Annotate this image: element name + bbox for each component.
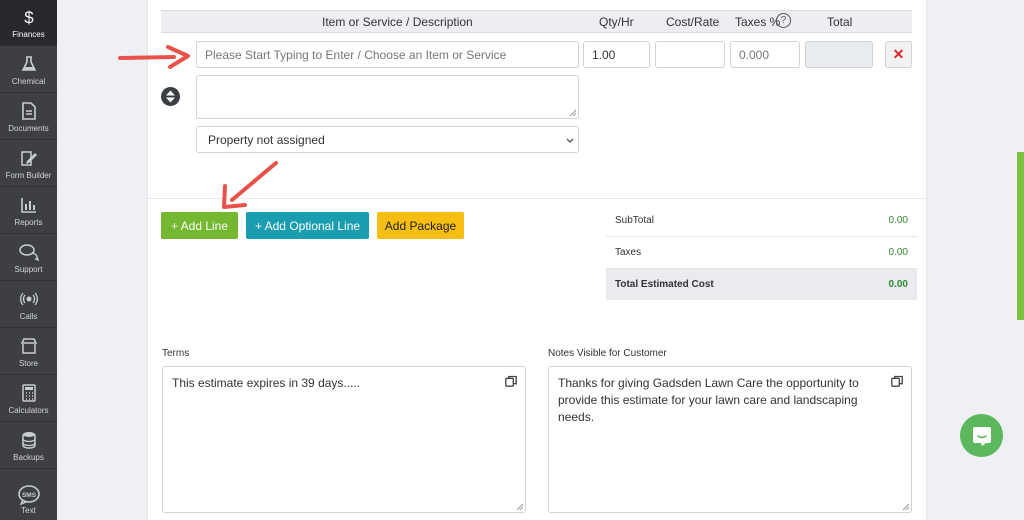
- sidebar-item-label: Chemical: [11, 77, 46, 86]
- notes-label: Notes Visible for Customer: [548, 348, 667, 359]
- sidebar-item-finances[interactable]: $ Finances: [0, 0, 57, 46]
- help-icon[interactable]: ?: [776, 13, 791, 28]
- terms-textarea[interactable]: This estimate expires in 39 days.....: [162, 366, 526, 513]
- terms-label: Terms: [162, 348, 190, 359]
- sidebar-item-label: Backups: [13, 453, 44, 462]
- chat-bubbles-icon: [18, 242, 39, 262]
- sidebar-item-calculators[interactable]: Calculators: [0, 376, 57, 422]
- sms-icon: SMS: [17, 484, 41, 506]
- header-total: Total: [827, 15, 853, 29]
- header-item: Item or Service / Description: [322, 15, 473, 29]
- svg-text:$: $: [24, 8, 34, 27]
- add-package-button[interactable]: Add Package: [377, 212, 464, 239]
- terms-text: This estimate expires in 39 days.....: [172, 376, 361, 390]
- sidebar-item-documents[interactable]: Documents: [0, 94, 57, 140]
- dollar-icon: $: [19, 7, 39, 27]
- database-icon: [19, 430, 39, 450]
- copy-icon[interactable]: [891, 375, 903, 387]
- svg-text:SMS: SMS: [21, 492, 36, 499]
- line-items-header: Item or Service / Description Qty/Hr Cos…: [161, 10, 912, 33]
- scrollbar-accent: [1017, 152, 1024, 320]
- sidebar-item-form-builder[interactable]: Form Builder: [0, 141, 57, 187]
- flask-icon: [19, 54, 39, 74]
- sidebar-item-label: Finances: [12, 30, 45, 39]
- sidebar-item-support[interactable]: Support: [0, 235, 57, 281]
- sidebar-item-label: Text: [21, 506, 36, 515]
- sidebar-item-text[interactable]: SMS Text: [0, 470, 57, 520]
- sidebar-item-calls[interactable]: Calls: [0, 282, 57, 328]
- sidebar-item-label: Store: [18, 359, 39, 368]
- sidebar-item-label: Form Builder: [5, 171, 52, 180]
- reorder-handle-icon[interactable]: [161, 87, 180, 106]
- delete-line-button[interactable]: ✕: [885, 41, 912, 68]
- chat-launcher-button[interactable]: [960, 414, 1003, 457]
- cost-input[interactable]: [655, 41, 725, 68]
- form-builder-icon: [19, 148, 39, 168]
- add-line-button[interactable]: + Add Line: [161, 212, 238, 239]
- total-estimated-cost-row: Total Estimated Cost 0.00: [606, 269, 917, 300]
- line-total-field: [805, 41, 873, 68]
- annotation-arrow-icon: [118, 45, 190, 69]
- sidebar-item-chemical[interactable]: Chemical: [0, 47, 57, 93]
- chevron-down-icon: [566, 138, 574, 143]
- phone-icon: [19, 289, 39, 309]
- header-qty: Qty/Hr: [599, 15, 634, 29]
- copy-icon[interactable]: [505, 375, 517, 387]
- close-icon: ✕: [892, 46, 905, 62]
- qty-input[interactable]: 1.00: [583, 41, 650, 68]
- notes-text: Thanks for giving Gadsden Lawn Care the …: [558, 376, 859, 424]
- sidebar-item-label: Reports: [14, 218, 43, 227]
- property-select[interactable]: Property not assigned: [196, 126, 579, 153]
- annotation-arrow-icon: [222, 161, 278, 209]
- sidebar-item-label: Calculators: [8, 406, 49, 415]
- sidebar-item-backups[interactable]: Backups: [0, 423, 57, 469]
- chat-icon: [972, 426, 991, 446]
- resize-grip-icon[interactable]: [516, 503, 523, 510]
- sidebar-item-label: Documents: [8, 124, 49, 133]
- subtotal-value: 0.00: [888, 215, 908, 226]
- store-icon: [19, 336, 39, 356]
- notes-textarea[interactable]: Thanks for giving Gadsden Lawn Care the …: [548, 366, 912, 513]
- taxes-row: Taxes 0.00: [606, 237, 917, 269]
- bar-chart-icon: [19, 195, 39, 215]
- taxes-label: Taxes: [615, 247, 642, 258]
- taxes-value: 0.00: [888, 247, 908, 258]
- item-search-input[interactable]: Please Start Typing to Enter / Choose an…: [196, 41, 579, 68]
- sidebar-item-store[interactable]: Store: [0, 329, 57, 375]
- calculator-icon: [19, 383, 39, 403]
- header-taxes: Taxes %: [735, 15, 781, 29]
- sidebar-item-label: Support: [14, 265, 43, 274]
- resize-grip-icon[interactable]: [569, 109, 576, 116]
- subtotal-label: SubTotal: [615, 215, 654, 226]
- document-icon: [19, 101, 39, 121]
- property-select-value: Property not assigned: [208, 132, 325, 147]
- total-estimated-cost-value: 0.00: [888, 279, 908, 290]
- add-optional-line-button[interactable]: + Add Optional Line: [246, 212, 369, 239]
- resize-grip-icon[interactable]: [902, 503, 909, 510]
- taxes-input[interactable]: 0.000: [730, 41, 800, 68]
- sidebar-item-reports[interactable]: Reports: [0, 188, 57, 234]
- header-cost: Cost/Rate: [666, 15, 720, 29]
- sidebar-item-label: Calls: [19, 312, 38, 321]
- subtotal-row: SubTotal 0.00: [606, 205, 917, 237]
- line-description-textarea[interactable]: [196, 75, 579, 119]
- sidebar: $ Finances Chemical Documents Form Build…: [0, 0, 57, 520]
- total-estimated-cost-label: Total Estimated Cost: [615, 279, 714, 290]
